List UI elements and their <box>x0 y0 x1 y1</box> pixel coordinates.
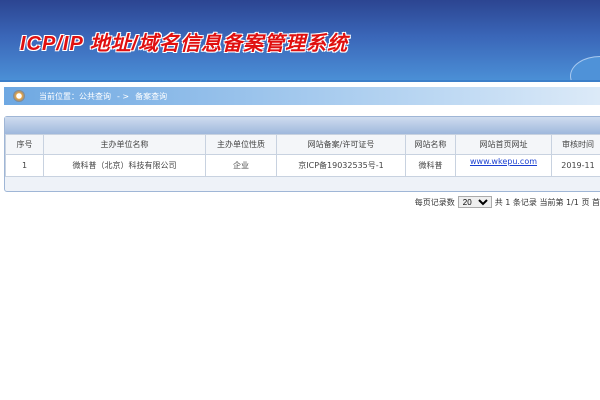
cell: 京ICP备19032535号-1 <box>276 154 406 177</box>
cell: 企业 <box>205 154 277 177</box>
breadcrumb-item[interactable]: 公共查询 <box>79 92 111 101</box>
column-header: 审核时间 <box>551 134 600 155</box>
panel-header <box>5 117 600 134</box>
total-count: 共 1 条记录 <box>494 198 537 207</box>
breadcrumb-item: 备案查询 <box>135 92 168 101</box>
breadcrumb-separator: - > <box>117 92 130 101</box>
divider <box>0 80 600 82</box>
table-row: 1 微科普（北京）科技有限公司 企业 京ICP备19032535号-1 微科普 … <box>5 154 600 177</box>
column-header: 网站首页网址 <box>455 134 552 155</box>
breadcrumb-label: 当前位置： <box>39 92 79 101</box>
cell: 微科普（北京）科技有限公司 <box>43 154 206 177</box>
website-link[interactable]: www.wkepu.com <box>470 157 537 166</box>
cell: 1 <box>5 154 44 177</box>
column-header: 网站备案/许可证号 <box>276 134 406 155</box>
column-header: 序号 <box>5 134 44 155</box>
column-header: 主办单位名称 <box>43 134 206 155</box>
cell: 微科普 <box>405 154 456 177</box>
cell: 2019-11 <box>551 154 600 177</box>
home-icon[interactable] <box>13 90 25 102</box>
cell: www.wkepu.com <box>455 154 552 177</box>
column-header: 网站名称 <box>405 134 456 155</box>
app-title: ICP/IP 地址/域名信息备案管理系统 <box>20 33 349 55</box>
app-header: ICP/IP 地址/域名信息备案管理系统 <box>0 0 600 80</box>
results-panel: 序号 主办单位名称 主办单位性质 网站备案/许可证号 网站名称 网站首页网址 审… <box>4 116 600 192</box>
per-page-select[interactable]: 20 <box>457 196 492 208</box>
table-header-row: 序号 主办单位名称 主办单位性质 网站备案/许可证号 网站名称 网站首页网址 审… <box>5 134 600 155</box>
breadcrumb: 当前位置：公共查询 - > 备案查询 <box>4 87 600 105</box>
results-table: 序号 主办单位名称 主办单位性质 网站备案/许可证号 网站名称 网站首页网址 审… <box>5 134 600 177</box>
pagination: 每页记录数 20 共 1 条记录 当前第 1/1 页 首 <box>415 196 600 208</box>
current-page: 当前第 1/1 页 <box>539 198 590 207</box>
first-page-link[interactable]: 首 <box>592 198 600 207</box>
column-header: 主办单位性质 <box>205 134 277 155</box>
per-page-label: 每页记录数 <box>414 198 455 207</box>
decoration <box>570 56 600 80</box>
